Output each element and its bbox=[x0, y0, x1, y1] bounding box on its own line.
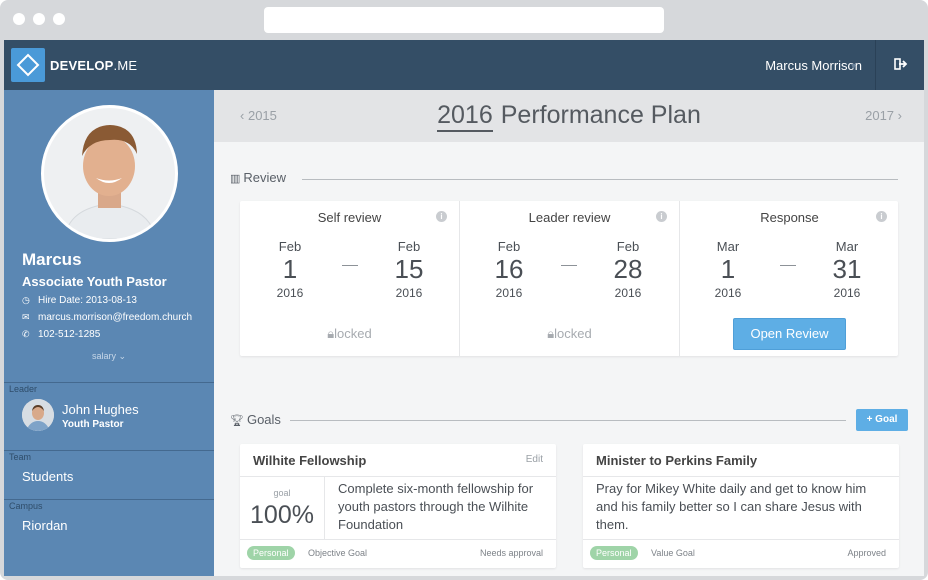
goal-tag: Personal bbox=[590, 546, 638, 560]
date-separator bbox=[561, 265, 577, 266]
year-selector[interactable]: 2016 bbox=[437, 101, 493, 132]
end-date: Feb 28 2016 bbox=[613, 239, 643, 300]
bar-chart-icon: ▥ bbox=[230, 173, 241, 185]
next-year-link[interactable]: 2017 › bbox=[865, 108, 902, 123]
end-date: Feb 15 2016 bbox=[394, 239, 424, 300]
goal-progress: goal 100% bbox=[240, 476, 325, 539]
review-card-self: Self review i Feb 1 2016 Feb 15 2016 🔒︎locke… bbox=[240, 201, 459, 356]
profile-name: Marcus bbox=[22, 250, 82, 269]
goal-title[interactable]: Minister to Perkins Family bbox=[596, 453, 757, 468]
divider bbox=[4, 499, 214, 500]
browser-frame: DEVELOP.ME Marcus Morrison ▼ Marcus Asso… bbox=[0, 0, 928, 580]
logo-icon[interactable] bbox=[11, 48, 45, 82]
campus-value[interactable]: Riordan bbox=[22, 518, 68, 533]
phone-icon: ✆ bbox=[22, 329, 30, 339]
team-value[interactable]: Students bbox=[22, 469, 73, 484]
goal-label: goal bbox=[273, 488, 291, 498]
leader-role: Youth Pastor bbox=[62, 419, 124, 430]
info-icon[interactable]: i bbox=[436, 211, 447, 222]
brand-name: DEVELOP.ME bbox=[50, 58, 138, 73]
review-card-response: Response i Mar 1 2016 Mar 31 2016 Open Revie… bbox=[680, 201, 899, 356]
year-header: ‹ 2015 2016 Performance Plan 2017 › bbox=[214, 90, 924, 142]
goal-percent: 100% bbox=[250, 501, 314, 529]
review-section-title: ▥ Review bbox=[230, 170, 287, 185]
start-date: Feb 1 2016 bbox=[276, 239, 304, 300]
window-dot-maximize[interactable] bbox=[53, 13, 65, 25]
chevron-right-icon: › bbox=[897, 108, 902, 123]
end-date: Mar 31 2016 bbox=[832, 239, 862, 300]
goal-description: Pray for Mikey White daily and get to kn… bbox=[596, 481, 867, 532]
goal-status: Needs approval bbox=[479, 548, 543, 558]
divider bbox=[240, 539, 556, 540]
top-navbar: DEVELOP.ME Marcus Morrison ▼ bbox=[4, 40, 924, 90]
window-dot-minimize[interactable] bbox=[33, 13, 45, 25]
campus-label: Campus bbox=[9, 501, 43, 511]
review-cards: Self review i Feb 1 2016 Feb 15 2016 🔒︎locke… bbox=[240, 201, 898, 356]
team-label: Team bbox=[9, 452, 32, 462]
review-title: Leader review bbox=[528, 210, 611, 225]
window-dot-close[interactable] bbox=[13, 13, 25, 25]
chevron-down-icon[interactable]: ▼ bbox=[849, 61, 858, 71]
hire-date: Hire Date: 2013-08-13 bbox=[38, 295, 137, 306]
salary-toggle[interactable]: salary ⌄ bbox=[4, 351, 214, 362]
edit-goal-link[interactable]: Edit bbox=[526, 454, 543, 465]
goal-type: Objective Goal bbox=[308, 548, 368, 558]
start-date: Mar 1 2016 bbox=[714, 239, 742, 300]
divider bbox=[875, 40, 876, 90]
email[interactable]: marcus.morrison@freedom.church bbox=[38, 312, 192, 323]
locked-status: 🔒︎locked bbox=[327, 326, 372, 341]
divider bbox=[4, 382, 214, 383]
divider bbox=[4, 450, 214, 451]
review-title: Self review bbox=[317, 210, 382, 225]
divider bbox=[302, 179, 898, 180]
leader-label: Leader bbox=[9, 384, 38, 394]
user-menu[interactable]: Marcus Morrison bbox=[765, 58, 862, 73]
chevron-down-icon: ⌄ bbox=[118, 351, 127, 361]
phone[interactable]: 102-512-1285 bbox=[38, 329, 100, 340]
hire-date-row: ◷ Hire Date: 2013-08-13 bbox=[22, 295, 137, 306]
goal-type: Value Goal bbox=[651, 548, 695, 558]
goal-title[interactable]: Wilhite Fellowship bbox=[253, 453, 366, 468]
divider bbox=[583, 476, 899, 477]
goals-section-title: 🏆︎ Goals bbox=[230, 412, 281, 427]
open-review-button[interactable]: Open Review bbox=[733, 318, 846, 350]
leader-avatar[interactable] bbox=[22, 399, 54, 431]
email-row: ✉ marcus.morrison@freedom.church bbox=[22, 312, 192, 323]
main-content: ‹ 2015 2016 Performance Plan 2017 › ▥ Revi… bbox=[214, 90, 924, 576]
mail-icon: ✉ bbox=[22, 312, 30, 322]
goal-status: Approved bbox=[847, 548, 886, 558]
phone-row: ✆ 102-512-1285 bbox=[22, 329, 100, 340]
address-bar[interactable] bbox=[264, 7, 664, 33]
profile-role: Associate Youth Pastor bbox=[22, 274, 167, 289]
profile-avatar bbox=[41, 105, 178, 242]
goal-card: Minister to Perkins Family Pray for Mike… bbox=[583, 444, 899, 568]
goal-description: Complete six-month fellowship for youth … bbox=[338, 481, 534, 532]
date-separator bbox=[780, 265, 796, 266]
divider bbox=[583, 539, 899, 540]
add-goal-button[interactable]: + Goal bbox=[856, 409, 908, 431]
goal-tag: Personal bbox=[247, 546, 295, 560]
review-card-leader: Leader review i Feb 16 2016 Feb 28 2016 🔒︎lo… bbox=[460, 201, 679, 356]
leader-name[interactable]: John Hughes bbox=[62, 402, 139, 417]
clock-icon: ◷ bbox=[22, 295, 30, 305]
goal-card: Wilhite Fellowship Edit goal 100% Comple… bbox=[240, 444, 556, 568]
logout-icon[interactable] bbox=[894, 57, 908, 74]
date-separator bbox=[342, 265, 358, 266]
page-title: 2016 Performance Plan bbox=[214, 101, 924, 132]
start-date: Feb 16 2016 bbox=[494, 239, 524, 300]
info-icon[interactable]: i bbox=[656, 211, 667, 222]
info-icon[interactable]: i bbox=[876, 211, 887, 222]
divider bbox=[290, 420, 846, 421]
profile-sidebar: Marcus Associate Youth Pastor ◷ Hire Date… bbox=[4, 90, 214, 576]
trophy-icon: 🏆︎ bbox=[230, 415, 244, 427]
locked-status: 🔒︎locked bbox=[547, 326, 592, 341]
app-window: DEVELOP.ME Marcus Morrison ▼ Marcus Asso… bbox=[4, 40, 924, 576]
review-title: Response bbox=[760, 210, 819, 225]
